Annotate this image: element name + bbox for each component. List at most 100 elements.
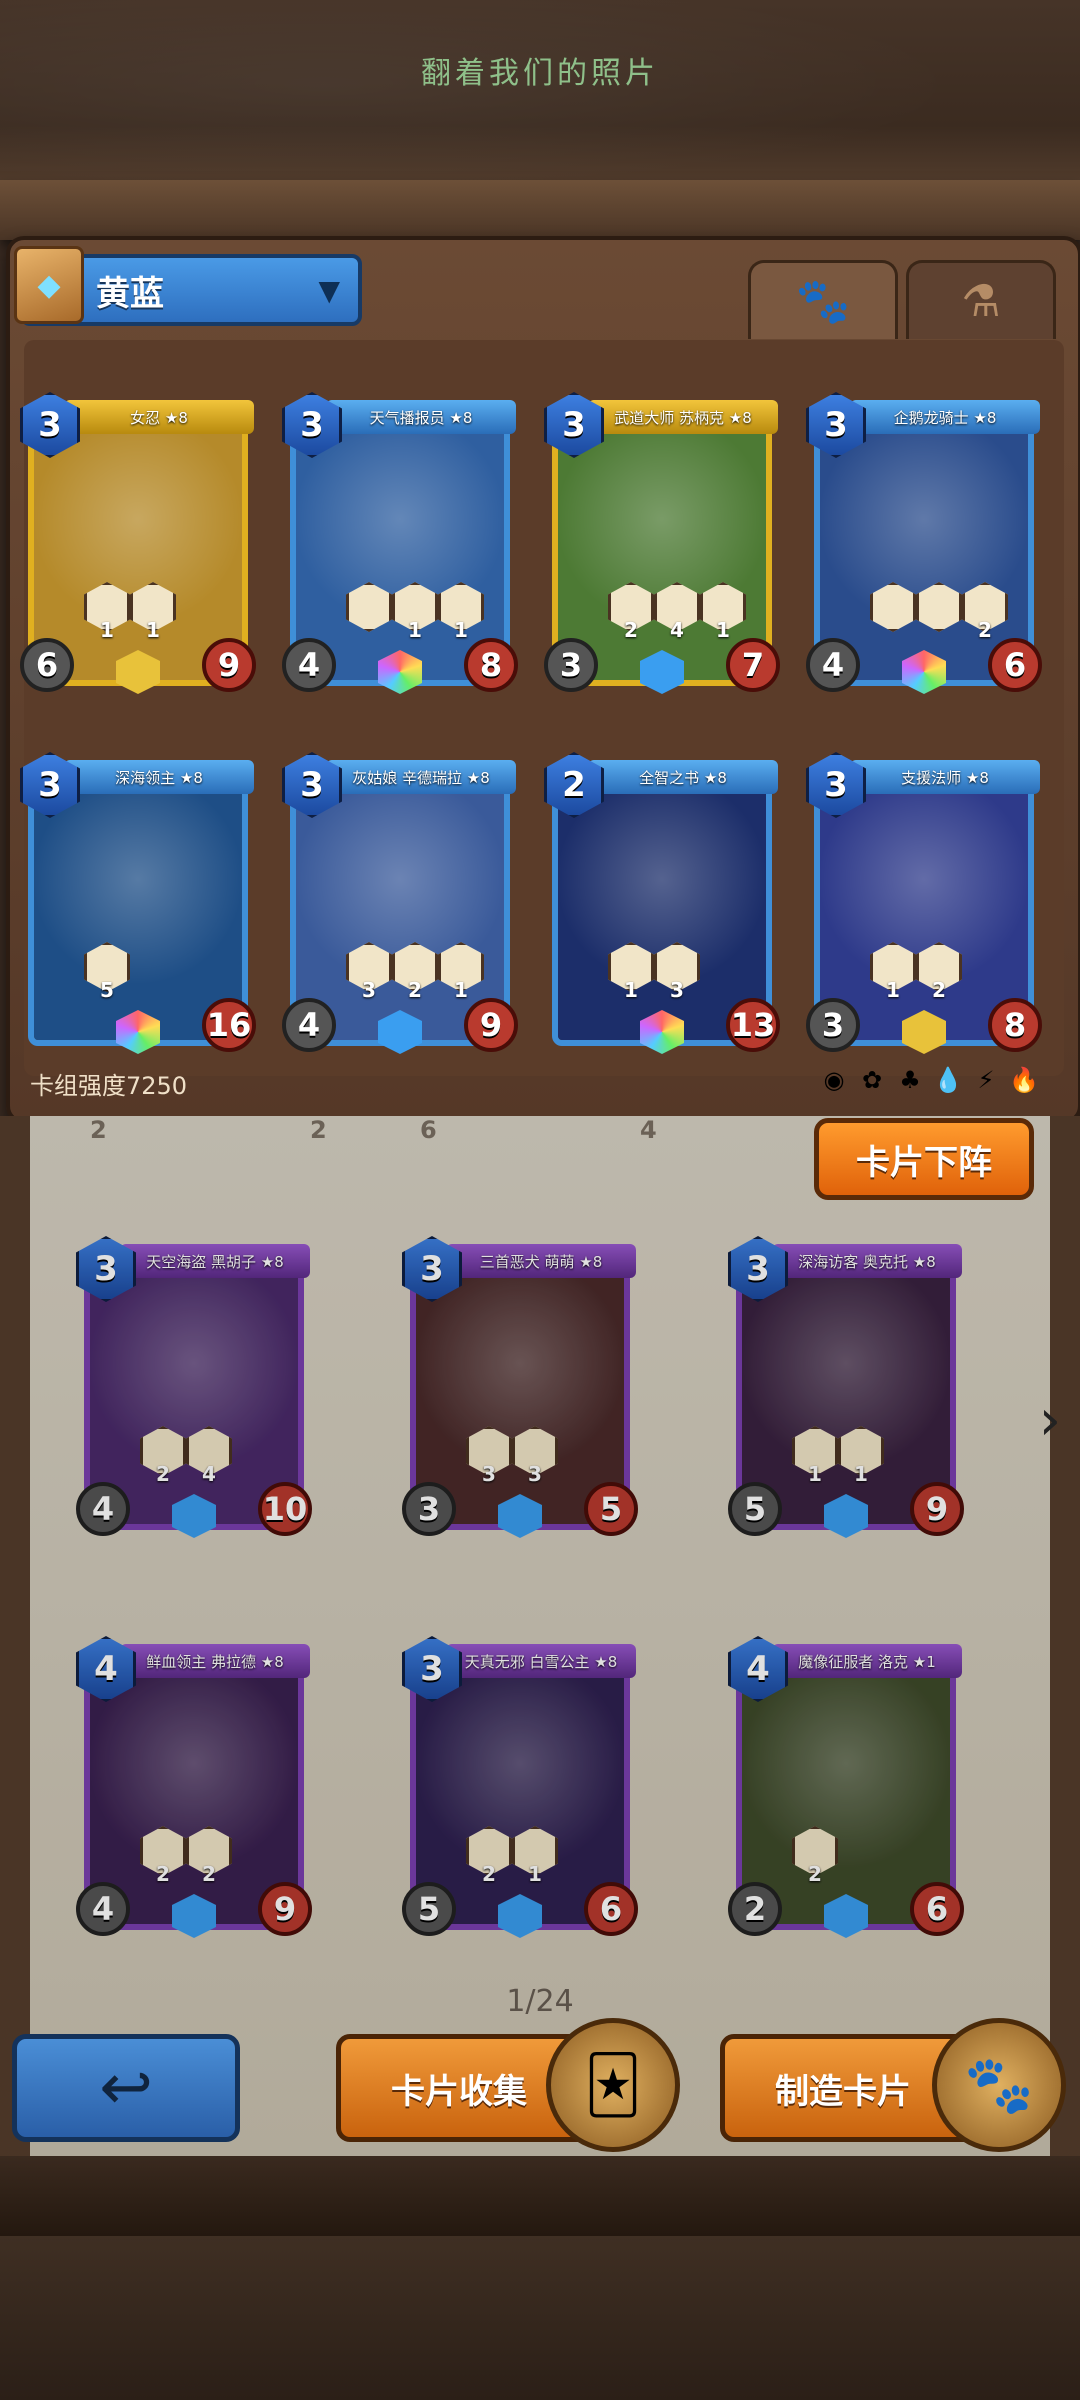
card-title: 深海访客 奥克托 ★8 <box>772 1244 962 1278</box>
card-skill-value: 2 <box>978 618 992 642</box>
card-skill-value: 1 <box>146 618 160 642</box>
deck-selector[interactable]: ◆ 黄蓝 ▼ <box>14 246 362 326</box>
card-attack: 2 <box>728 1882 782 1936</box>
card-art <box>34 772 242 1040</box>
deck-card[interactable]: 武道大师 苏柄克 ★8 3 2 4 1 3 7 <box>544 392 780 694</box>
card-skill-value: 4 <box>670 618 684 642</box>
next-page-arrow-icon[interactable]: › <box>1030 1380 1070 1460</box>
card-health: 6 <box>584 1882 638 1936</box>
card-skill-value: 1 <box>624 978 638 1002</box>
card-art <box>558 412 766 680</box>
card-attack: 3 <box>806 998 860 1052</box>
partial-card-stat: 2 <box>90 1116 107 1142</box>
card-attack: 3 <box>402 1482 456 1536</box>
element-filter-0-icon[interactable]: ◉ <box>820 1066 848 1094</box>
collection-card[interactable]: 天空海盗 黑胡子 ★8 3 2 4 4 10 <box>76 1236 312 1538</box>
card-art <box>416 1256 624 1524</box>
card-attack: 5 <box>402 1882 456 1936</box>
card-art <box>416 1656 624 1924</box>
card-health: 9 <box>258 1882 312 1936</box>
card-skill-value: 2 <box>156 1862 170 1886</box>
card-title: 三首恶犬 萌萌 ★8 <box>446 1244 636 1278</box>
deck-card[interactable]: 灰姑娘 辛德瑞拉 ★8 3 3 2 1 4 9 <box>282 752 518 1054</box>
back-button[interactable]: ↩ <box>12 2034 240 2142</box>
potion-icon: ⚗ <box>961 275 1001 327</box>
back-arrow-icon: ↩ <box>99 2051 153 2125</box>
card-title: 支援法师 ★8 <box>850 760 1040 794</box>
card-title: 天空海盗 黑胡子 ★8 <box>120 1244 310 1278</box>
bottom-bar <box>0 2156 1080 2236</box>
card-skill-value: 3 <box>670 978 684 1002</box>
card-art <box>34 412 242 680</box>
card-art <box>90 1256 298 1524</box>
card-art <box>296 412 504 680</box>
element-filter-2-icon[interactable]: ♣ <box>896 1066 924 1094</box>
deck-card[interactable]: 全智之书 ★8 2 1 3 13 <box>544 752 780 1054</box>
collection-card[interactable]: 天真无邪 白雪公主 ★8 3 2 1 5 6 <box>402 1636 638 1938</box>
scene-subtitle: 翻着我们的照片 <box>421 56 659 91</box>
card-health: 9 <box>202 638 256 692</box>
card-skill-value: 2 <box>808 1862 822 1886</box>
card-health: 13 <box>726 998 780 1052</box>
card-title: 天真无邪 白雪公主 ★8 <box>446 1644 636 1678</box>
remove-card-button[interactable]: 卡片下阵 <box>814 1118 1034 1200</box>
deck-card[interactable]: 企鹅龙骑士 ★8 3 2 4 6 <box>806 392 1042 694</box>
card-skill-value: 2 <box>482 1862 496 1886</box>
paw-icon: 🐾 <box>795 276 851 327</box>
card-health: 8 <box>988 998 1042 1052</box>
card-skill-value: 2 <box>202 1862 216 1886</box>
card-attack: 4 <box>806 638 860 692</box>
collection-card[interactable]: 三首恶犬 萌萌 ★8 3 3 3 3 5 <box>402 1236 638 1538</box>
card-title: 鲜血领主 弗拉德 ★8 <box>120 1644 310 1678</box>
card-skill-value: 1 <box>528 1862 542 1886</box>
card-health: 16 <box>202 998 256 1052</box>
card-attack: 4 <box>282 998 336 1052</box>
card-title: 企鹅龙骑士 ★8 <box>850 400 1040 434</box>
card-title: 天气播报员 ★8 <box>326 400 516 434</box>
card-skill-value: 2 <box>932 978 946 1002</box>
deck-strength: 卡组强度7250 <box>30 1072 188 1100</box>
card-collection-icon[interactable]: 🃏 <box>546 2018 680 2152</box>
card-skill-value: 1 <box>854 1462 868 1486</box>
element-filter-1-icon[interactable]: ✿ <box>858 1066 886 1094</box>
chevron-down-icon: ▼ <box>318 273 340 307</box>
card-title: 武道大师 苏柄克 ★8 <box>588 400 778 434</box>
card-skill-value: 1 <box>408 618 422 642</box>
card-attack: 3 <box>544 638 598 692</box>
card-title: 全智之书 ★8 <box>588 760 778 794</box>
partial-card-stat: 6 <box>420 1116 437 1142</box>
tab-paw[interactable]: 🐾 <box>748 260 898 339</box>
card-skill-value: 1 <box>716 618 730 642</box>
deck-card[interactable]: 女忍 ★8 3 1 1 6 9 <box>20 392 256 694</box>
deck-name: 黄蓝 <box>96 273 164 314</box>
craft-card-label: 制造卡片 <box>775 2071 911 2112</box>
card-skill-value: 1 <box>886 978 900 1002</box>
card-health: 5 <box>584 1482 638 1536</box>
partial-card-stat: 2 <box>310 1116 327 1142</box>
element-filter-4-icon[interactable]: ⚡ <box>972 1066 1000 1094</box>
card-art <box>742 1656 950 1924</box>
card-skill-value: 3 <box>362 978 376 1002</box>
collection-card[interactable]: 深海访客 奥克托 ★8 3 1 1 5 9 <box>728 1236 964 1538</box>
card-health: 10 <box>258 1482 312 1536</box>
collection-card[interactable]: 魔像征服者 洛克 ★1 4 2 2 6 <box>728 1636 964 1938</box>
card-skill-value: 1 <box>808 1462 822 1486</box>
card-health: 9 <box>910 1482 964 1536</box>
collection-card[interactable]: 鲜血领主 弗拉德 ★8 4 2 2 4 9 <box>76 1636 312 1938</box>
card-title: 魔像征服者 洛克 ★1 <box>772 1644 962 1678</box>
card-skill-value: 2 <box>408 978 422 1002</box>
deck-card[interactable]: 支援法师 ★8 3 1 2 3 8 <box>806 752 1042 1054</box>
shelf-top <box>0 180 1080 240</box>
element-filter-5-icon[interactable]: 🔥 <box>1009 1066 1039 1094</box>
card-art <box>296 772 504 1040</box>
craft-card-icon[interactable]: 🐾 <box>932 2018 1066 2152</box>
deck-card[interactable]: 深海领主 ★8 3 5 16 <box>20 752 256 1054</box>
card-attack: 6 <box>20 638 74 692</box>
tab-potion[interactable]: ⚗ <box>906 260 1056 339</box>
element-filter-3-icon[interactable]: 💧 <box>933 1066 963 1094</box>
deck-card[interactable]: 天气播报员 ★8 3 1 1 4 8 <box>282 392 518 694</box>
card-health: 6 <box>988 638 1042 692</box>
card-skill-value: 4 <box>202 1462 216 1486</box>
card-health: 9 <box>464 998 518 1052</box>
card-skill-value: 3 <box>482 1462 496 1486</box>
